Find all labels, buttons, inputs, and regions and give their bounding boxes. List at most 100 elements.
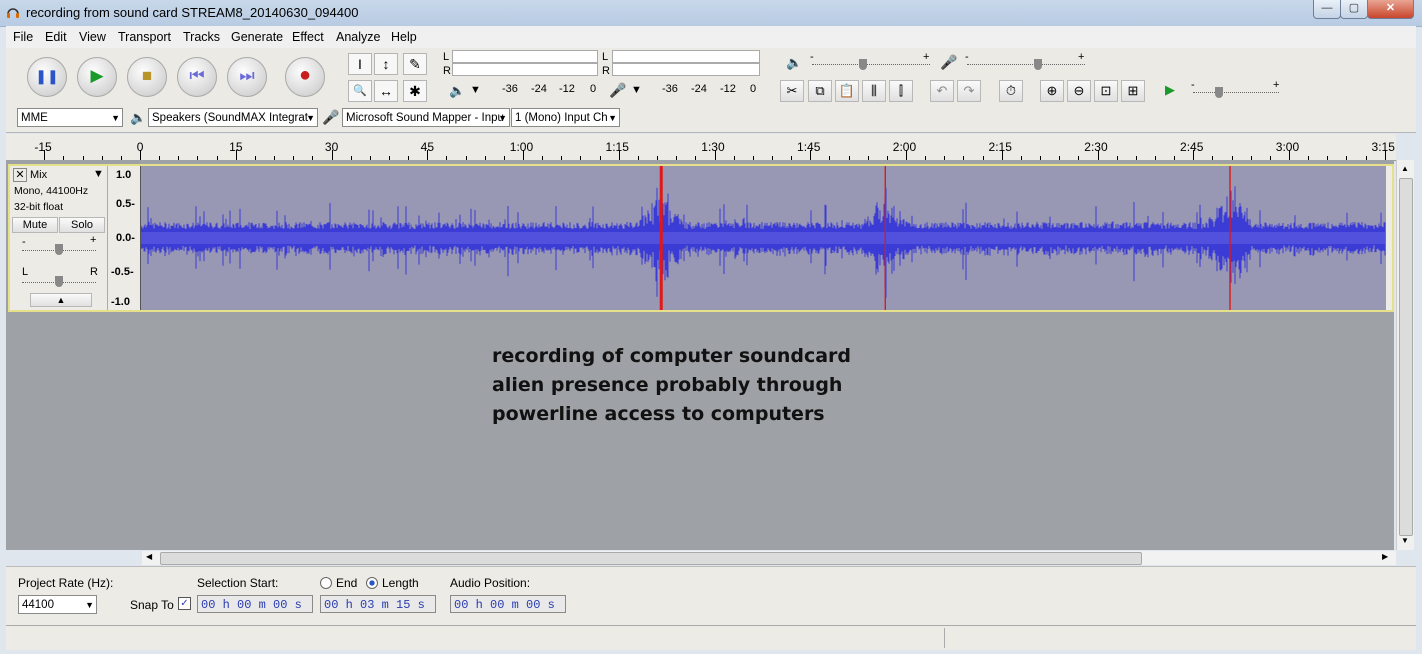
waveform[interactable] <box>141 166 1386 310</box>
menu-effect[interactable]: Effect <box>292 30 324 44</box>
playback-meter-menu-arrow[interactable]: ▼ <box>470 84 481 96</box>
status-divider <box>944 628 945 648</box>
audio-host-select[interactable]: MME ▼ <box>17 108 123 127</box>
menu-view[interactable]: View <box>79 30 106 44</box>
pause-button[interactable]: ❚❚ <box>27 57 67 97</box>
mute-button[interactable]: Mute <box>12 217 58 233</box>
play-meter-left-label: L <box>443 51 450 63</box>
recording-meter-right[interactable] <box>612 63 760 76</box>
vertical-scrollbar[interactable]: ▲ ▼ <box>1396 160 1414 550</box>
gain-slider-thumb[interactable] <box>55 244 63 255</box>
skip-to-end-button[interactable]: ⏭ <box>227 57 267 97</box>
play-button[interactable]: ▶ <box>77 57 117 97</box>
skip-to-start-button[interactable]: ⏮ <box>177 57 217 97</box>
input-volume-slider[interactable] <box>967 64 1085 67</box>
audio-track[interactable]: ✕ Mix ▼ Mono, 44100Hz 32-bit float Mute … <box>8 164 1394 312</box>
length-radio[interactable] <box>366 577 378 589</box>
zoom-in-button[interactable]: ⊕ <box>1040 80 1064 102</box>
horizontal-scroll-thumb[interactable] <box>160 552 1142 565</box>
sync-lock-button[interactable]: ⏱ <box>999 80 1023 102</box>
play-speed-slider[interactable] <box>1193 92 1279 95</box>
silence-button[interactable]: ⫿ <box>889 80 913 102</box>
menu-transport[interactable]: Transport <box>118 30 171 44</box>
play-speed-thumb[interactable] <box>1215 87 1223 98</box>
envelope-tool[interactable]: ↕ <box>374 53 398 75</box>
menu-tracks[interactable]: Tracks <box>183 30 220 44</box>
selection-start-label: Selection Start: <box>197 576 279 590</box>
redo-button[interactable]: ↷ <box>957 80 981 102</box>
minimize-button[interactable]: — <box>1313 0 1341 19</box>
selection-tool[interactable]: I <box>348 53 372 75</box>
track-menu-arrow[interactable]: ▼ <box>93 168 104 180</box>
record-button[interactable]: ● <box>285 57 325 97</box>
close-button[interactable]: ✕ <box>1367 0 1414 19</box>
selection-start-field[interactable]: 00 h 00 m 00 s <box>197 595 313 613</box>
audio-host-value: MME <box>21 112 48 124</box>
maximize-button[interactable]: ▢ <box>1340 0 1368 19</box>
microphone-icon: 🎤 <box>609 82 627 98</box>
input-device-select[interactable]: Microsoft Sound Mapper - Inpu ▼ <box>342 108 510 127</box>
ruler-label: 2:15 <box>988 140 1012 154</box>
timeline-ruler[interactable]: -15 0 15 30 45 1:00 1:15 1:30 1:45 2:00 2:15 2:30 2:… <box>6 134 1396 161</box>
horizontal-scrollbar[interactable]: ◀ ▶ <box>142 551 1396 565</box>
recording-meter-left[interactable] <box>612 50 760 63</box>
zoom-tool[interactable]: 🔍 <box>348 80 372 102</box>
time-shift-tool[interactable]: ↔ <box>374 80 398 102</box>
playback-meter-left[interactable] <box>452 50 598 63</box>
cut-button[interactable]: ✂ <box>780 80 804 102</box>
end-radio[interactable] <box>320 577 332 589</box>
draw-tool[interactable]: ✎ <box>403 53 427 75</box>
track-close-button[interactable]: ✕ <box>13 168 27 182</box>
redo-icon: ↷ <box>963 83 975 98</box>
selection-length-field[interactable]: 00 h 03 m 15 s <box>320 595 436 613</box>
input-volume-icon: 🎤 <box>940 54 958 70</box>
length-label: Length <box>382 576 419 590</box>
menu-generate[interactable]: Generate <box>231 30 283 44</box>
menu-file[interactable]: File <box>13 30 33 44</box>
output-device-select[interactable]: Speakers (SoundMAX Integrat ▼ <box>148 108 318 127</box>
pan-slider-thumb[interactable] <box>55 276 63 287</box>
silence-icon: ⫿ <box>898 83 904 98</box>
stop-button[interactable]: ■ <box>127 57 167 97</box>
trim-button[interactable]: ⫼ <box>862 80 886 102</box>
waveform-area[interactable] <box>141 166 1386 310</box>
play-at-speed-button[interactable]: ▶ <box>1159 80 1181 100</box>
project-rate-select[interactable]: 44100 ▼ <box>18 595 97 614</box>
recording-meter-menu-arrow[interactable]: ▼ <box>631 84 642 96</box>
play-scale-36: -36 <box>502 83 518 95</box>
input-channels-select[interactable]: 1 (Mono) Input Ch ▼ <box>511 108 620 127</box>
output-volume-slider[interactable] <box>812 64 930 67</box>
collapse-track-button[interactable]: ▲ <box>30 293 92 307</box>
menu-help[interactable]: Help <box>391 30 417 44</box>
zoom-in-icon: ⊕ <box>1046 83 1058 98</box>
selection-length-value: 00 h 03 m 15 s <box>324 598 425 612</box>
paste-button[interactable]: 📋 <box>835 80 859 102</box>
scroll-up-icon[interactable]: ▲ <box>1401 164 1409 173</box>
menu-analyze[interactable]: Analyze <box>336 30 380 44</box>
output-volume-thumb[interactable] <box>859 59 867 70</box>
undo-button[interactable]: ↶ <box>930 80 954 102</box>
rec-meter-right-label: R <box>602 65 610 77</box>
scroll-left-icon[interactable]: ◀ <box>146 552 152 561</box>
copy-button[interactable]: ⧉ <box>808 80 832 102</box>
snap-to-checkbox[interactable]: ✓ <box>178 597 191 610</box>
scroll-down-icon[interactable]: ▼ <box>1401 536 1409 545</box>
multi-tool[interactable]: ✱ <box>403 80 427 102</box>
fit-project-button[interactable]: ⊞ <box>1121 80 1145 102</box>
input-volume-thumb[interactable] <box>1034 59 1042 70</box>
amplitude-label: -1.0 <box>111 296 130 308</box>
input-slider-minus: - <box>965 51 969 63</box>
playback-meter-right[interactable] <box>452 63 598 76</box>
solo-button[interactable]: Solo <box>59 217 105 233</box>
vertical-scroll-thumb[interactable] <box>1399 178 1413 536</box>
audio-position-field[interactable]: 00 h 00 m 00 s <box>450 595 566 613</box>
fit-selection-button[interactable]: ⊡ <box>1094 80 1118 102</box>
scroll-right-icon[interactable]: ▶ <box>1382 552 1388 561</box>
ruler-label: 2:45 <box>1180 140 1204 154</box>
zoom-out-button[interactable]: ⊖ <box>1067 80 1091 102</box>
track-name[interactable]: Mix <box>30 169 47 181</box>
menu-edit[interactable]: Edit <box>45 30 67 44</box>
pause-icon: ❚❚ <box>35 68 59 84</box>
rec-scale-24: -24 <box>691 83 707 95</box>
ruler-label: 3:00 <box>1275 140 1300 154</box>
